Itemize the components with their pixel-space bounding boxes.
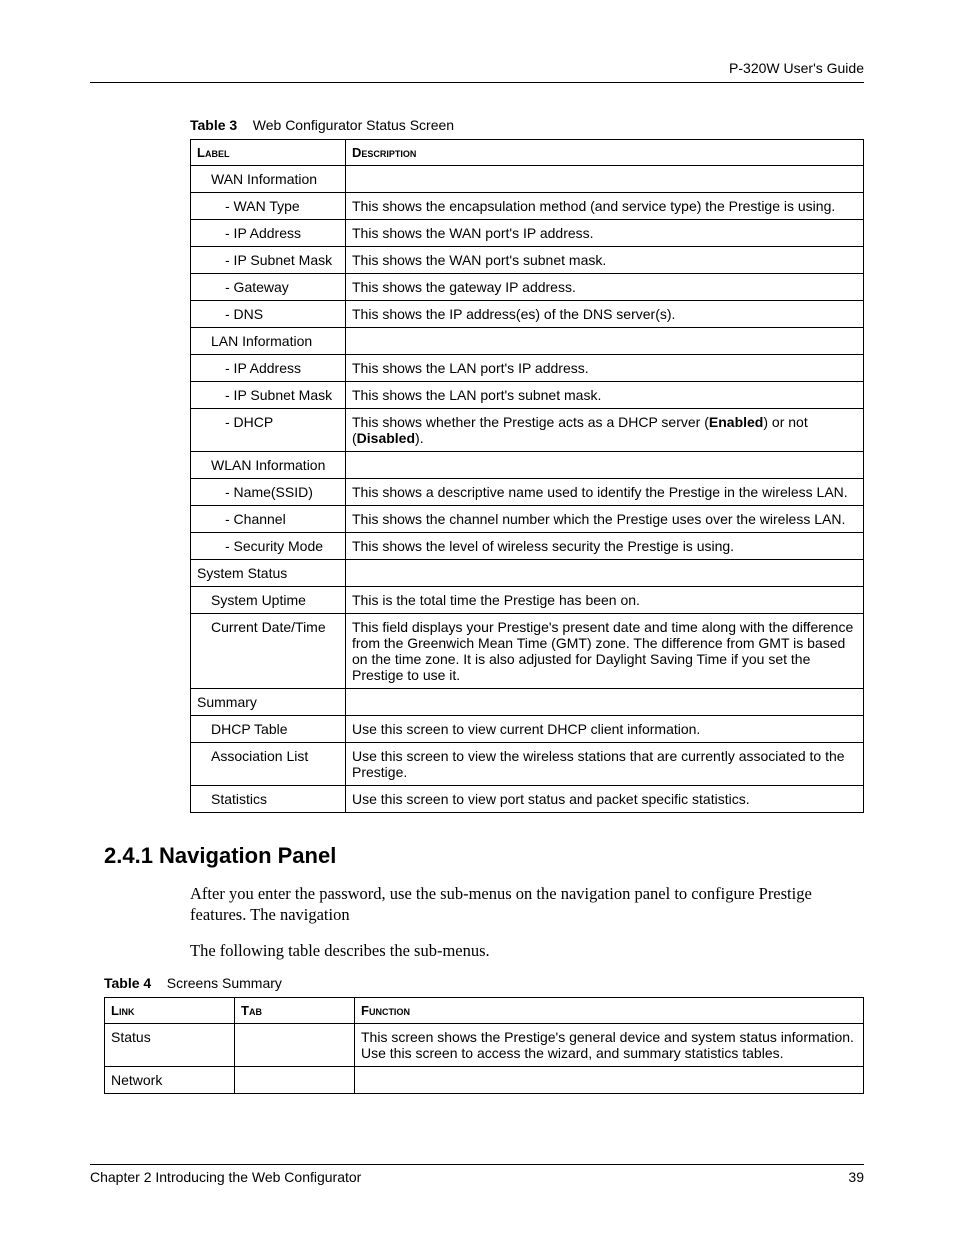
table-row: - IP AddressThis shows the LAN port's IP…: [191, 355, 864, 382]
section-para2: The following table describes the sub-me…: [190, 940, 864, 961]
label-cell: Statistics: [191, 786, 346, 813]
desc-cell: Use this screen to view port status and …: [346, 786, 864, 813]
table-row: DHCP TableUse this screen to view curren…: [191, 716, 864, 743]
label-cell: - Security Mode: [191, 533, 346, 560]
desc-cell: This shows the IP address(es) of the DNS…: [346, 301, 864, 328]
page: P-320W User's Guide Table 3 Web Configur…: [0, 0, 954, 1235]
table-row: Association ListUse this screen to view …: [191, 743, 864, 786]
table4-block: Table 4 Screens Summary Link Tab Functio…: [90, 975, 864, 1094]
label-cell: Association List: [191, 743, 346, 786]
table3-header-row: Label Description: [191, 140, 864, 166]
table-row: - IP Subnet MaskThis shows the WAN port'…: [191, 247, 864, 274]
label-cell: Current Date/Time: [191, 614, 346, 689]
desc-cell: This field displays your Prestige's pres…: [346, 614, 864, 689]
label-cell: - Name(SSID): [191, 479, 346, 506]
desc-cell: This shows whether the Prestige acts as …: [346, 409, 864, 452]
section-body: After you enter the password, use the su…: [90, 883, 864, 961]
desc-cell: This shows the WAN port's subnet mask.: [346, 247, 864, 274]
table-row: WAN Information: [191, 166, 864, 193]
desc-cell: [346, 689, 864, 716]
table-row: - IP Subnet MaskThis shows the LAN port'…: [191, 382, 864, 409]
label-cell: DHCP Table: [191, 716, 346, 743]
table3-caption-prefix: Table 3: [190, 117, 237, 133]
table4-caption-text: Screens Summary: [167, 975, 282, 991]
label-cell: - IP Subnet Mask: [191, 247, 346, 274]
table-row: StatisticsUse this screen to view port s…: [191, 786, 864, 813]
table4-head-link: Link: [105, 998, 235, 1024]
table-row: - Security ModeThis shows the level of w…: [191, 533, 864, 560]
table-row: Summary: [191, 689, 864, 716]
table-row: - Name(SSID)This shows a descriptive nam…: [191, 479, 864, 506]
desc-cell: [346, 452, 864, 479]
label-cell: - Channel: [191, 506, 346, 533]
desc-cell: This shows the channel number which the …: [346, 506, 864, 533]
table3-caption-text: Web Configurator Status Screen: [253, 117, 454, 133]
desc-cell: [346, 328, 864, 355]
desc-cell: Use this screen to view current DHCP cli…: [346, 716, 864, 743]
table3: Label Description WAN Information- WAN T…: [190, 139, 864, 813]
content-block: Table 3 Web Configurator Status Screen L…: [90, 117, 864, 813]
tab-cell: [235, 1024, 355, 1067]
table-row: - ChannelThis shows the channel number w…: [191, 506, 864, 533]
table3-head-label: Label: [191, 140, 346, 166]
desc-cell: This shows a descriptive name used to id…: [346, 479, 864, 506]
table-row: Network: [105, 1067, 864, 1094]
desc-cell: This shows the LAN port's IP address.: [346, 355, 864, 382]
footer-chapter: Chapter 2 Introducing the Web Configurat…: [90, 1169, 361, 1185]
table3-caption: Table 3 Web Configurator Status Screen: [190, 117, 864, 133]
label-cell: - DNS: [191, 301, 346, 328]
table-row: - GatewayThis shows the gateway IP addre…: [191, 274, 864, 301]
table4-head-func: Function: [355, 998, 864, 1024]
link-cell: Status: [105, 1024, 235, 1067]
label-cell: - WAN Type: [191, 193, 346, 220]
desc-cell: This shows the encapsulation method (and…: [346, 193, 864, 220]
tab-cell: [235, 1067, 355, 1094]
table-row: System Status: [191, 560, 864, 587]
table-row: System UptimeThis is the total time the …: [191, 587, 864, 614]
table-row: Current Date/TimeThis field displays you…: [191, 614, 864, 689]
table4: Link Tab Function Status This screen show…: [104, 997, 864, 1094]
label-cell: - IP Address: [191, 355, 346, 382]
footer: Chapter 2 Introducing the Web Configurat…: [90, 1164, 864, 1185]
desc-cell: This shows the level of wireless securit…: [346, 533, 864, 560]
footer-page: 39: [848, 1169, 864, 1185]
desc-cell: This shows the WAN port's IP address.: [346, 220, 864, 247]
table-row: - WAN TypeThis shows the encapsulation m…: [191, 193, 864, 220]
desc-cell: This shows the LAN port's subnet mask.: [346, 382, 864, 409]
table-row: - DHCPThis shows whether the Prestige ac…: [191, 409, 864, 452]
func-cell: [355, 1067, 864, 1094]
table3-head-desc: Description: [346, 140, 864, 166]
table-row: LAN Information: [191, 328, 864, 355]
label-cell: LAN Information: [191, 328, 346, 355]
table4-header-row: Link Tab Function: [105, 998, 864, 1024]
table-row: WLAN Information: [191, 452, 864, 479]
table4-head-tab: Tab: [235, 998, 355, 1024]
label-cell: - IP Address: [191, 220, 346, 247]
section-para1: After you enter the password, use the su…: [190, 883, 864, 926]
table4-caption: Table 4 Screens Summary: [104, 975, 864, 991]
label-cell: - IP Subnet Mask: [191, 382, 346, 409]
label-cell: - Gateway: [191, 274, 346, 301]
label-cell: WLAN Information: [191, 452, 346, 479]
label-cell: System Status: [191, 560, 346, 587]
label-cell: WAN Information: [191, 166, 346, 193]
table-row: Status This screen shows the Prestige's g…: [105, 1024, 864, 1067]
desc-cell: [346, 166, 864, 193]
label-cell: Summary: [191, 689, 346, 716]
label-cell: System Uptime: [191, 587, 346, 614]
func-cell: This screen shows the Prestige's general…: [355, 1024, 864, 1067]
link-cell: Network: [105, 1067, 235, 1094]
desc-cell: Use this screen to view the wireless sta…: [346, 743, 864, 786]
table-row: - IP AddressThis shows the WAN port's IP…: [191, 220, 864, 247]
desc-cell: [346, 560, 864, 587]
desc-cell: This shows the gateway IP address.: [346, 274, 864, 301]
table-row: - DNSThis shows the IP address(es) of th…: [191, 301, 864, 328]
running-header: P-320W User's Guide: [90, 60, 864, 83]
label-cell: - DHCP: [191, 409, 346, 452]
desc-cell: This is the total time the Prestige has …: [346, 587, 864, 614]
section-heading: 2.4.1 Navigation Panel: [104, 843, 864, 869]
table4-caption-prefix: Table 4: [104, 975, 151, 991]
